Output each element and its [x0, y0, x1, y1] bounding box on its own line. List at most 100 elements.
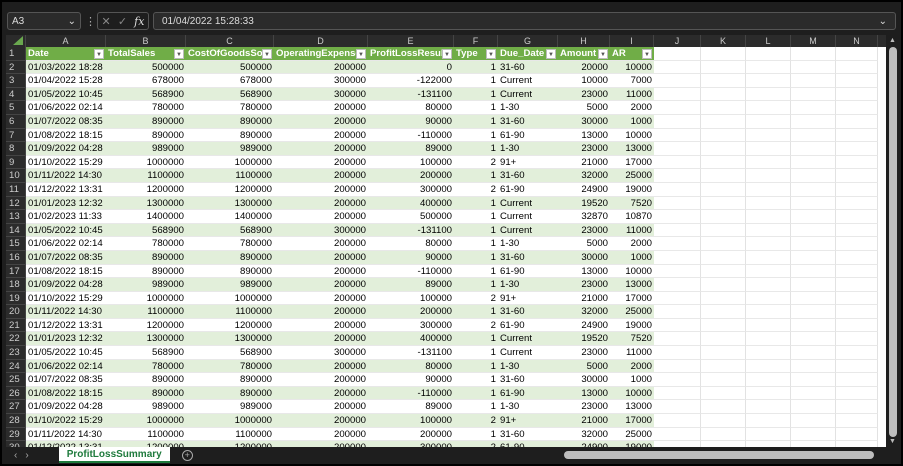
empty-cell[interactable]: [746, 74, 791, 88]
row-number[interactable]: 17: [6, 264, 26, 279]
row-number[interactable]: 21: [6, 318, 26, 333]
cell[interactable]: 890000: [106, 265, 186, 279]
cell[interactable]: 21000: [558, 292, 610, 306]
empty-cell[interactable]: [836, 359, 878, 374]
empty-cell[interactable]: [701, 318, 746, 333]
cell[interactable]: 568900: [186, 346, 274, 360]
column-header-N[interactable]: N: [836, 35, 878, 47]
empty-cell[interactable]: [701, 250, 746, 265]
column-header-E[interactable]: E: [368, 35, 454, 47]
cell[interactable]: 1-30: [498, 101, 558, 115]
empty-cell[interactable]: [701, 60, 746, 75]
cell[interactable]: 200000: [274, 278, 368, 292]
header-cell[interactable]: Due_Date ▼: [498, 47, 558, 61]
cell[interactable]: 31-60: [498, 373, 558, 387]
cell[interactable]: 200000: [274, 265, 368, 279]
empty-cell[interactable]: [791, 196, 836, 211]
cell[interactable]: 1: [454, 373, 498, 387]
cell[interactable]: 200000: [274, 60, 368, 75]
cell[interactable]: 01/10/2022 15:29: [26, 414, 106, 428]
empty-cell[interactable]: [836, 128, 878, 143]
filter-dropdown-icon[interactable]: ▼: [356, 49, 366, 59]
empty-cell[interactable]: [791, 291, 836, 306]
cell[interactable]: 890000: [106, 373, 186, 387]
cell[interactable]: 61-90: [498, 386, 558, 401]
cell[interactable]: 1: [454, 237, 498, 251]
cell[interactable]: 200000: [274, 332, 368, 347]
row-number[interactable]: 12: [6, 196, 26, 211]
check-icon[interactable]: ✓: [118, 15, 127, 28]
cell[interactable]: 01/08/2022 18:15: [26, 386, 106, 401]
column-header-J[interactable]: J: [654, 35, 701, 47]
empty-cell[interactable]: [746, 305, 791, 319]
cell[interactable]: 568900: [106, 87, 186, 102]
cell[interactable]: 7520: [610, 332, 654, 347]
cell[interactable]: 678000: [186, 74, 274, 88]
cell[interactable]: 1-30: [498, 142, 558, 156]
filter-dropdown-icon[interactable]: ▼: [442, 49, 452, 59]
cell[interactable]: 890000: [186, 114, 274, 129]
cell[interactable]: -122000: [368, 74, 454, 88]
cell[interactable]: 5000: [558, 101, 610, 115]
scroll-thumb[interactable]: [889, 47, 897, 437]
cell[interactable]: 1200000: [186, 183, 274, 197]
empty-cell[interactable]: [654, 169, 701, 183]
empty-cell[interactable]: [654, 196, 701, 211]
cell[interactable]: 1000: [610, 373, 654, 387]
empty-cell[interactable]: [701, 414, 746, 428]
empty-cell[interactable]: [701, 305, 746, 319]
chevron-down-icon[interactable]: ⌄: [68, 16, 76, 27]
empty-cell[interactable]: [791, 182, 836, 197]
cell[interactable]: 568900: [106, 223, 186, 238]
cell[interactable]: 11000: [610, 87, 654, 102]
cell[interactable]: 1300000: [106, 196, 186, 211]
cell[interactable]: 20000: [558, 60, 610, 75]
cell[interactable]: 1200000: [106, 319, 186, 333]
empty-cell[interactable]: [836, 210, 878, 224]
empty-cell[interactable]: [746, 264, 791, 279]
cell[interactable]: -131100: [368, 346, 454, 360]
empty-cell[interactable]: [654, 373, 701, 387]
cell[interactable]: 2: [454, 292, 498, 306]
cell[interactable]: 13000: [558, 129, 610, 143]
empty-cell[interactable]: [746, 386, 791, 401]
cell[interactable]: 300000: [274, 74, 368, 88]
empty-cell[interactable]: [654, 74, 701, 88]
empty-cell[interactable]: [654, 400, 701, 415]
row-number[interactable]: 4: [6, 87, 26, 102]
cell[interactable]: 1100000: [186, 428, 274, 442]
empty-cell[interactable]: [836, 74, 878, 88]
fx-icon[interactable]: fx: [134, 15, 144, 28]
column-header-I[interactable]: I: [610, 35, 654, 47]
cell[interactable]: 1: [454, 428, 498, 442]
cell[interactable]: -131100: [368, 223, 454, 238]
filter-dropdown-icon[interactable]: ▼: [598, 49, 608, 59]
column-header-D[interactable]: D: [274, 35, 368, 47]
cell[interactable]: 1000000: [106, 292, 186, 306]
row-number[interactable]: 18: [6, 278, 26, 292]
cell[interactable]: 890000: [186, 265, 274, 279]
empty-cell[interactable]: [701, 427, 746, 442]
row-number[interactable]: 9: [6, 155, 26, 170]
cell[interactable]: 13000: [558, 386, 610, 401]
cell[interactable]: 23000: [558, 346, 610, 360]
cell[interactable]: 31-60: [498, 428, 558, 442]
cell[interactable]: 01/07/2022 08:35: [26, 373, 106, 387]
empty-cell[interactable]: [654, 359, 701, 374]
empty-cell[interactable]: [836, 182, 878, 197]
cell[interactable]: 1: [454, 346, 498, 360]
row-number[interactable]: 22: [6, 332, 26, 347]
row-number[interactable]: 25: [6, 373, 26, 387]
cell[interactable]: 1-30: [498, 400, 558, 415]
empty-cell[interactable]: [701, 47, 746, 61]
cell[interactable]: 200000: [274, 386, 368, 401]
empty-cell[interactable]: [836, 47, 878, 61]
cell[interactable]: 10000: [610, 129, 654, 143]
row-number[interactable]: 16: [6, 250, 26, 265]
empty-cell[interactable]: [836, 414, 878, 428]
row-number[interactable]: 15: [6, 237, 26, 251]
empty-cell[interactable]: [791, 250, 836, 265]
empty-cell[interactable]: [746, 169, 791, 183]
cell[interactable]: 400000: [368, 332, 454, 347]
cell[interactable]: 01/11/2022 14:30: [26, 305, 106, 319]
